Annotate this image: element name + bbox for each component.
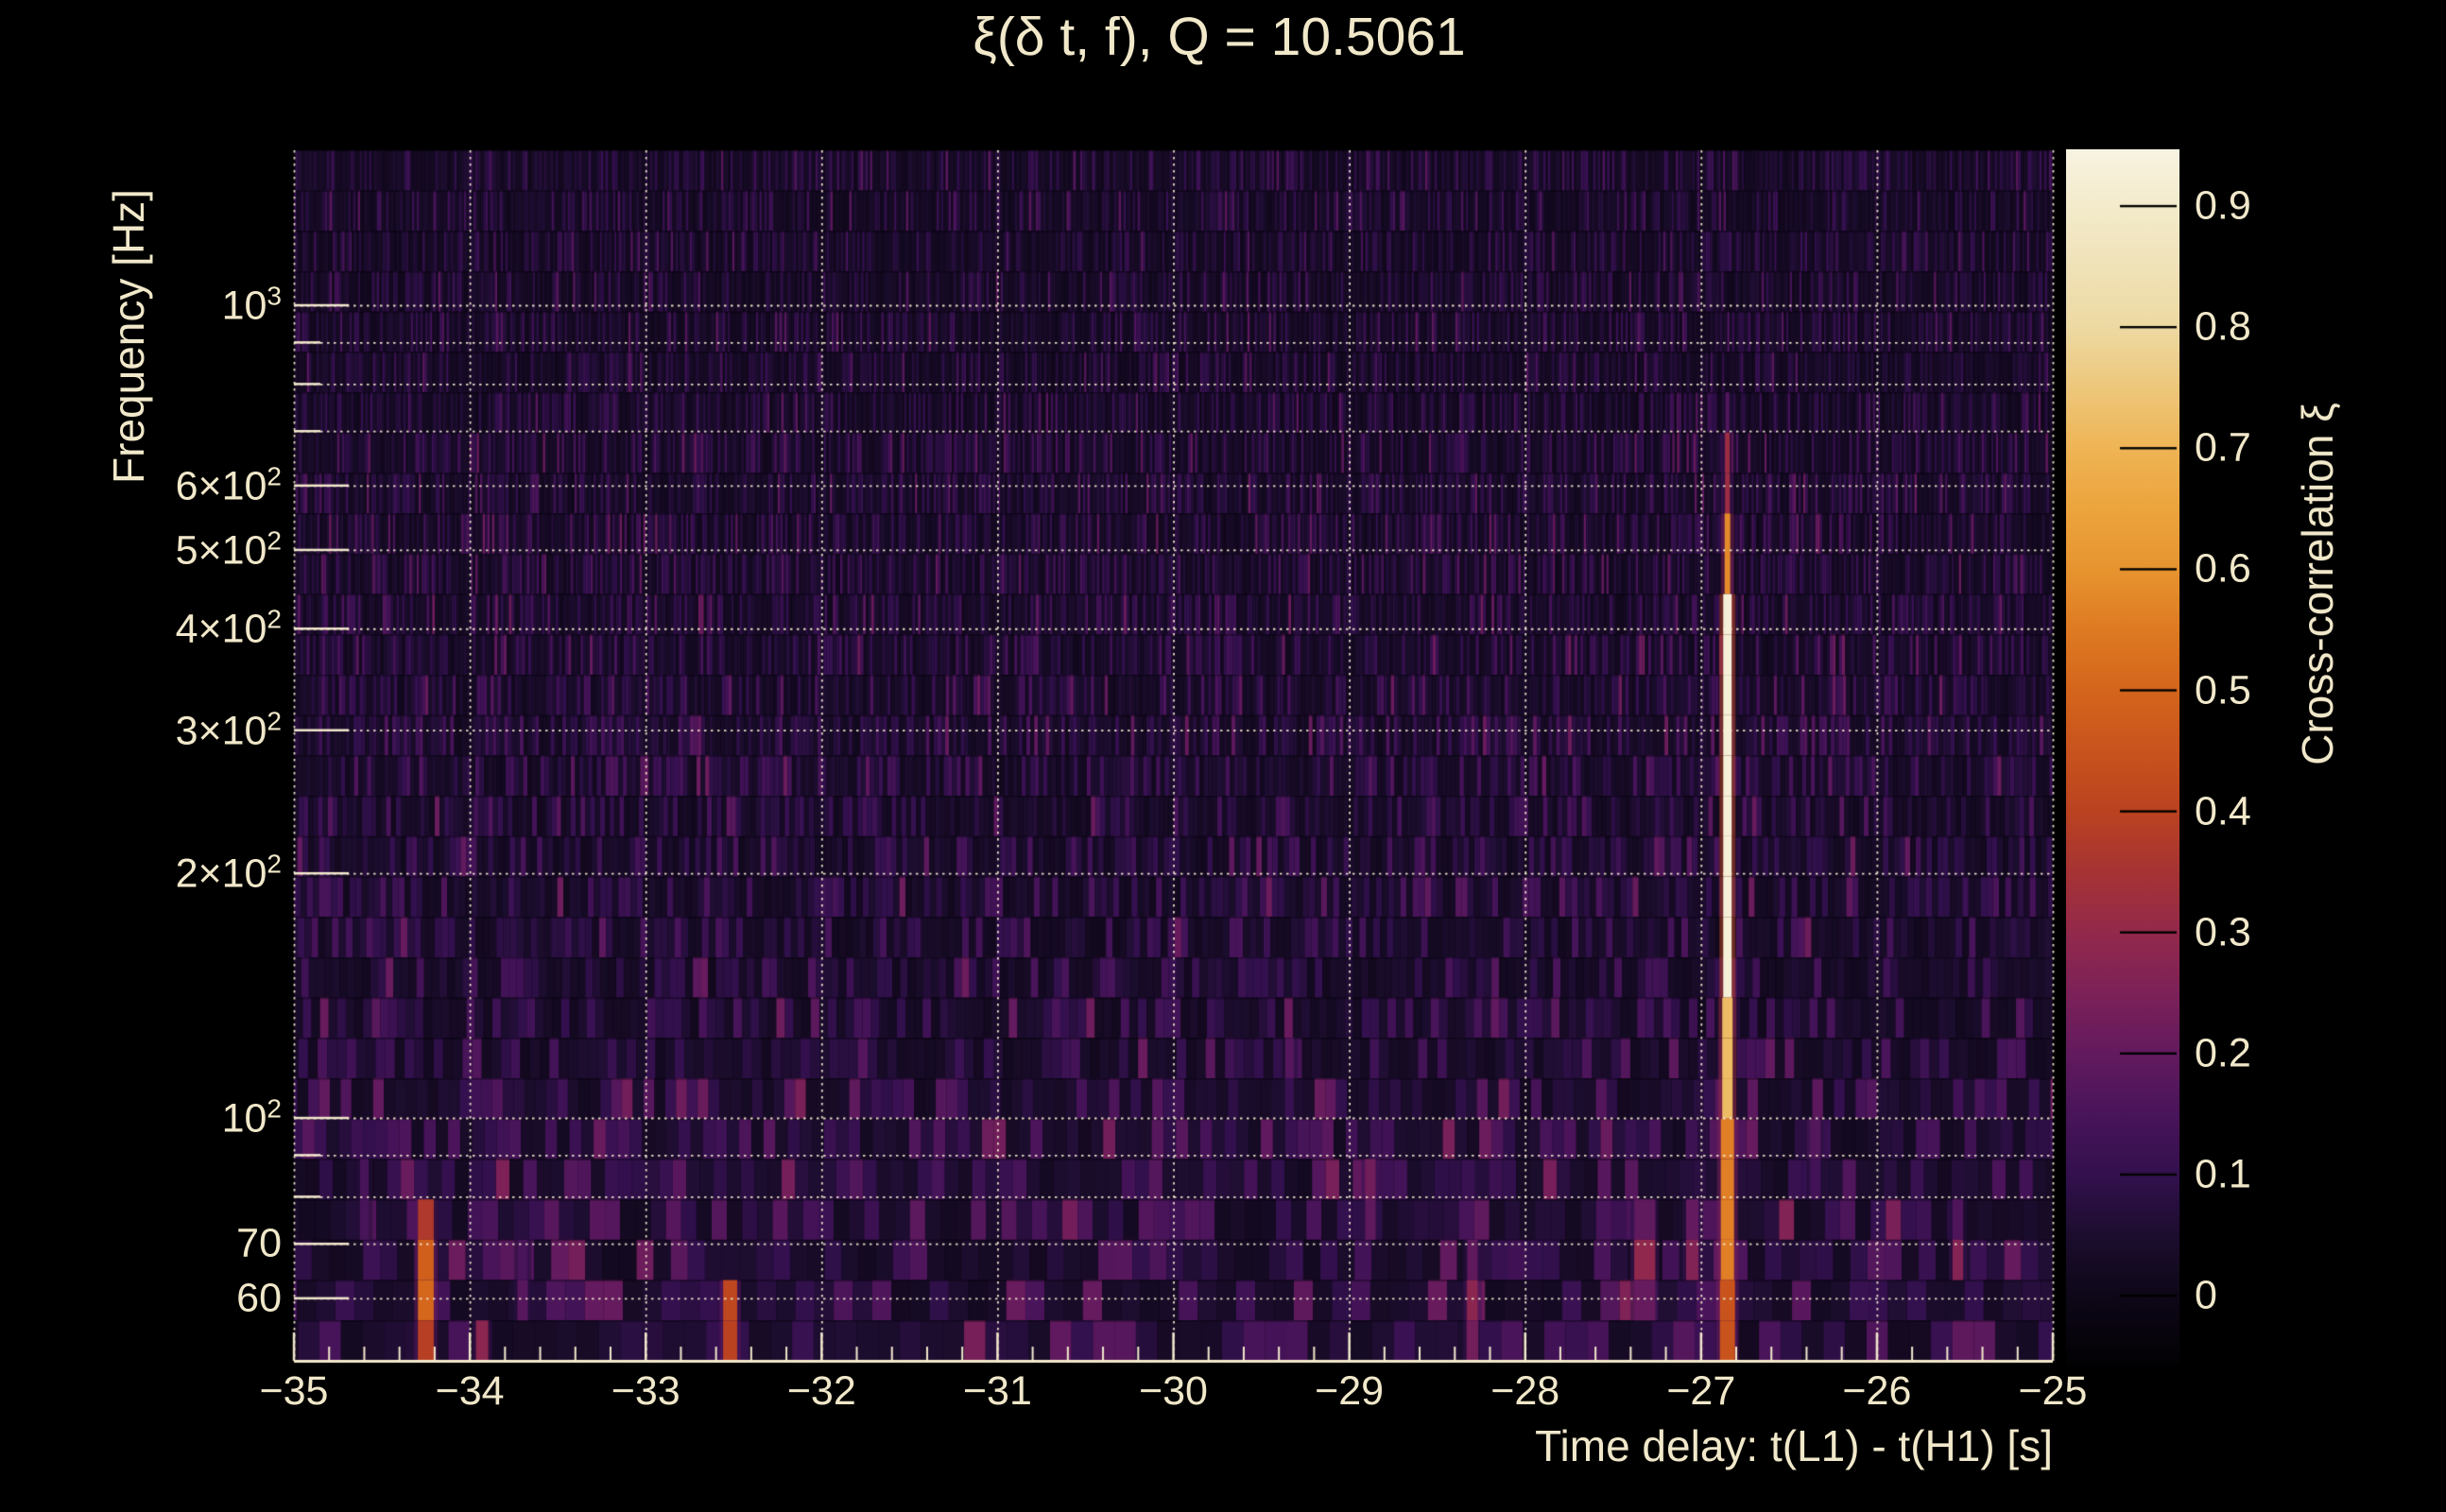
colorbar-tick-label: 0.6 bbox=[2195, 545, 2251, 592]
x-axis-title: Time delay: t(L1) - t(H1) [s] bbox=[1535, 1421, 2053, 1470]
colorbar-tick-label: 0.4 bbox=[2195, 788, 2251, 834]
colorbar-tick-label: 0.1 bbox=[2195, 1151, 2251, 1197]
figure-root: ξ(δ t, f), Q = 10.5061 Frequency [Hz] Ti… bbox=[0, 0, 2446, 1512]
x-tick-label: −29 bbox=[1315, 1368, 1385, 1414]
y-tick-label: 4×102 bbox=[175, 604, 282, 652]
plot-title: ξ(δ t, f), Q = 10.5061 bbox=[973, 7, 1466, 67]
y-tick-label: 2×102 bbox=[175, 849, 282, 897]
y-tick-label: 103 bbox=[221, 281, 282, 329]
x-tick-label: −32 bbox=[786, 1368, 856, 1414]
y-tick-label: 5×102 bbox=[175, 525, 282, 574]
y-tick-label: 70 bbox=[236, 1220, 282, 1266]
y-axis-title: Frequency [Hz] bbox=[104, 189, 153, 484]
x-tick-label: −35 bbox=[259, 1368, 329, 1414]
x-tick-label: −27 bbox=[1666, 1368, 1736, 1414]
y-tick-label: 3×102 bbox=[175, 706, 282, 754]
colorbar-title: Cross-correlation ξ bbox=[2293, 403, 2342, 765]
colorbar-tick-label: 0.5 bbox=[2195, 667, 2251, 713]
y-tick-label: 6×102 bbox=[175, 461, 282, 509]
heatmap-canvas bbox=[0, 0, 2446, 1512]
y-tick-label: 60 bbox=[236, 1275, 282, 1321]
x-tick-label: −34 bbox=[435, 1368, 505, 1414]
colorbar-tick-label: 0.7 bbox=[2195, 424, 2251, 471]
y-tick-label: 102 bbox=[221, 1093, 282, 1142]
x-tick-label: −33 bbox=[611, 1368, 680, 1414]
colorbar-tick-label: 0.3 bbox=[2195, 909, 2251, 955]
x-tick-label: −31 bbox=[962, 1368, 1032, 1414]
x-tick-label: −30 bbox=[1139, 1368, 1208, 1414]
colorbar-tick-label: 0.9 bbox=[2195, 182, 2251, 229]
colorbar-tick-label: 0.2 bbox=[2195, 1030, 2251, 1076]
colorbar-tick-label: 0.8 bbox=[2195, 303, 2251, 350]
x-tick-label: −28 bbox=[1490, 1368, 1560, 1414]
x-tick-label: −25 bbox=[2018, 1368, 2088, 1414]
colorbar-tick-label: 0 bbox=[2195, 1272, 2217, 1318]
x-tick-label: −26 bbox=[1842, 1368, 1912, 1414]
